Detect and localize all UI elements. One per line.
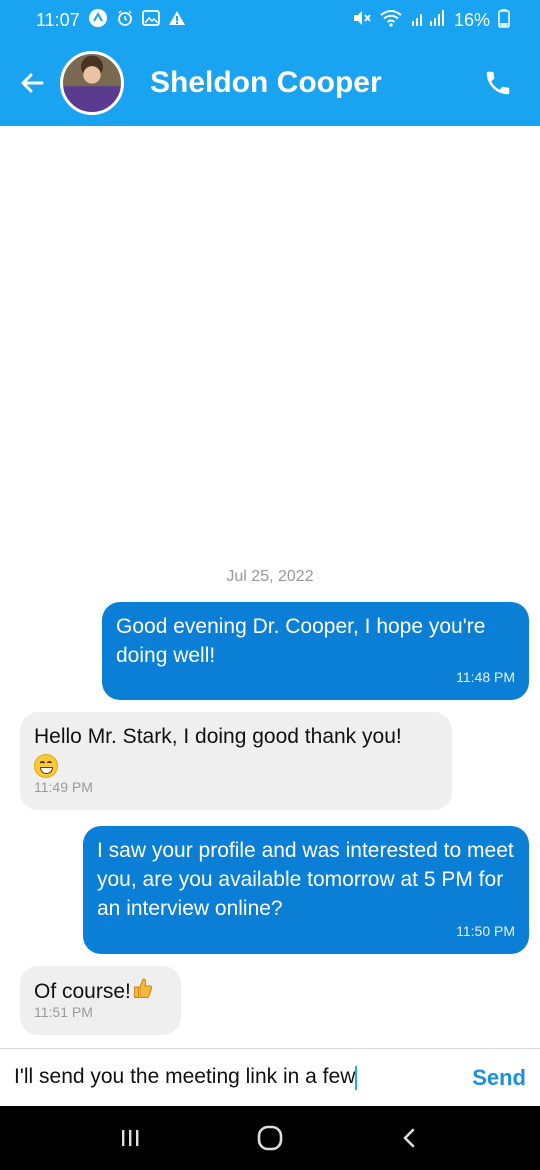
message-time: 11:51 PM xyxy=(34,1004,93,1020)
phone-icon xyxy=(486,71,510,95)
home-button[interactable] xyxy=(240,1113,300,1163)
message-input[interactable]: I'll send you the meeting link in a few xyxy=(0,1065,472,1090)
message-input-value: I'll send you the meeting link in a few xyxy=(14,1065,356,1089)
status-bar: 11:07 16% xyxy=(0,0,540,40)
message-text: Good evening Dr. Cooper, I hope you're d… xyxy=(116,615,486,667)
alarm-icon xyxy=(116,9,134,32)
gallery-icon xyxy=(141,9,160,31)
arrow-left-icon xyxy=(21,73,44,93)
message-time: 11:48 PM xyxy=(456,669,515,685)
text-cursor xyxy=(355,1065,358,1090)
message-bubble-incoming[interactable]: Of course! 11:51 PM xyxy=(20,966,181,1035)
battery-icon xyxy=(498,8,510,33)
date-separator: Jul 25, 2022 xyxy=(226,568,314,585)
call-button[interactable] xyxy=(474,59,522,107)
wifi-icon xyxy=(380,9,402,32)
message-time: 11:50 PM xyxy=(456,923,515,939)
thumbs-up-icon xyxy=(133,976,153,1008)
contact-avatar[interactable] xyxy=(60,51,124,115)
send-button[interactable]: Send xyxy=(472,1065,526,1091)
message-bubble-outgoing[interactable]: I saw your profile and was interested to… xyxy=(83,826,529,954)
status-time: 11:07 xyxy=(36,9,80,30)
message-text: Hello Mr. Stark, I doing good thank you! xyxy=(34,725,402,748)
chevron-left-icon xyxy=(403,1128,415,1148)
warning-icon xyxy=(168,10,186,31)
message-bubble-outgoing[interactable]: Good evening Dr. Cooper, I hope you're d… xyxy=(102,602,529,700)
status-right: 16% xyxy=(352,8,510,33)
contact-name: Sheldon Cooper xyxy=(150,66,382,99)
message-composer: I'll send you the meeting link in a few … xyxy=(0,1048,540,1106)
message-text-wrap: Hello Mr. Stark, I doing good thank you! xyxy=(34,722,438,780)
mute-icon xyxy=(352,9,372,32)
recent-apps-icon xyxy=(122,1130,139,1146)
recent-apps-button[interactable] xyxy=(100,1113,160,1163)
message-time: 11:49 PM xyxy=(34,779,93,795)
back-button[interactable] xyxy=(10,61,54,105)
chat-header: Sheldon Cooper xyxy=(0,40,540,126)
battery-percent: 16% xyxy=(453,9,490,30)
status-left: 11:07 xyxy=(36,8,186,33)
message-bubble-incoming[interactable]: Hello Mr. Stark, I doing good thank you!… xyxy=(20,712,452,810)
app-notification-icon xyxy=(88,8,108,33)
message-text: I saw your profile and was interested to… xyxy=(97,839,514,920)
back-nav-button[interactable] xyxy=(380,1113,440,1163)
home-icon xyxy=(257,1125,283,1151)
signal-icon xyxy=(410,9,446,32)
chat-messages[interactable]: Jul 25, 2022 Good evening Dr. Cooper, I … xyxy=(0,126,540,1048)
system-nav-bar xyxy=(0,1106,540,1170)
